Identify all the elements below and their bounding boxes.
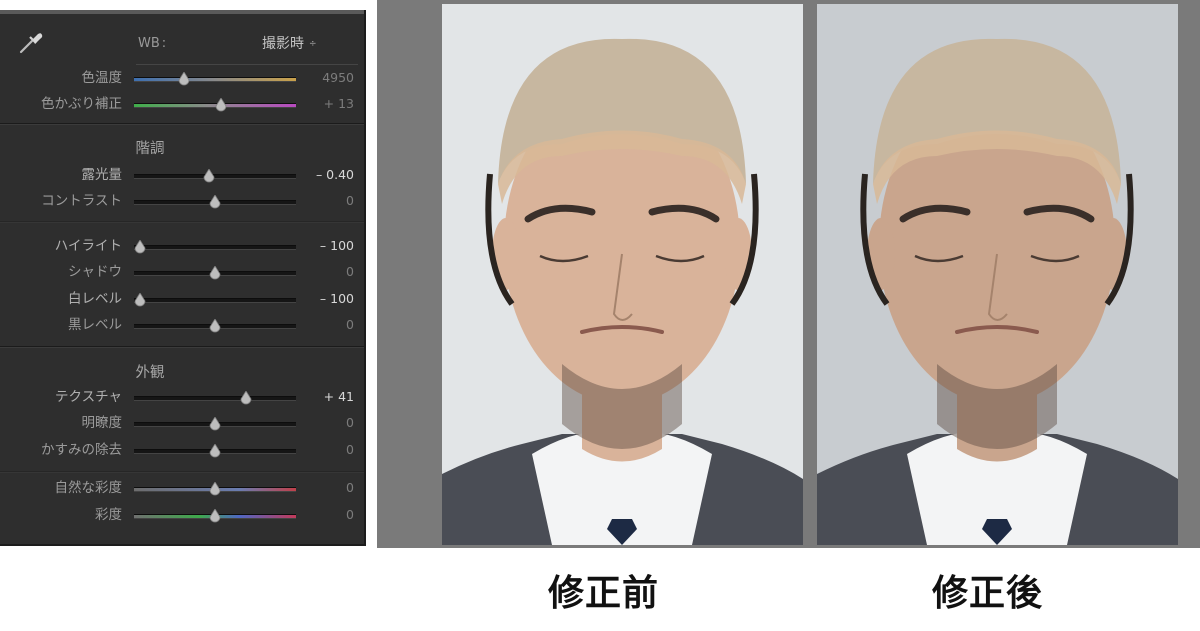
section-divider <box>0 123 364 125</box>
slider-row-exposure: 露光量 – 0.40 <box>0 165 364 185</box>
portrait-illustration-before <box>442 38 803 545</box>
wb-divider <box>136 64 358 65</box>
slider-value[interactable]: 0 <box>346 191 354 211</box>
slider-track[interactable] <box>134 245 296 250</box>
slider-label: 自然な彩度 <box>54 480 123 496</box>
slider-row-texture: テクスチャ + 41 <box>0 387 364 407</box>
slider-row-vibrance: 自然な彩度 0 <box>0 478 364 498</box>
dropdown-arrow-icon: ÷ <box>309 39 317 49</box>
wb-dropdown[interactable]: 撮影時 ÷ <box>262 33 317 53</box>
group-divider <box>0 471 364 473</box>
slider-label: 色温度 <box>81 70 123 86</box>
slider-row-shadows: シャドウ 0 <box>0 262 364 282</box>
slider-value[interactable]: 0 <box>346 315 354 335</box>
slider-label: テクスチャ <box>55 389 122 405</box>
slider-label: 色かぶり補正 <box>41 96 122 112</box>
slider-track[interactable] <box>134 77 296 82</box>
slider-value[interactable]: – 100 <box>320 289 354 309</box>
section-title-tone: 階調 <box>135 141 165 157</box>
slider-track[interactable] <box>134 298 296 303</box>
section-divider <box>0 346 364 348</box>
wb-label: WB: <box>138 36 167 51</box>
eyedropper-icon[interactable] <box>16 26 46 56</box>
slider-value[interactable]: – 0.40 <box>316 165 354 185</box>
slider-value[interactable]: 0 <box>346 440 354 460</box>
slider-row-temp: 色温度 4950 <box>0 68 364 88</box>
caption-before: 修正前 <box>548 572 660 614</box>
photo-after <box>817 4 1178 545</box>
slider-value[interactable]: 4950 <box>322 68 354 88</box>
slider-row-blacks: 黒レベル 0 <box>0 315 364 335</box>
slider-track[interactable] <box>134 396 296 401</box>
slider-row-tint: 色かぶり補正 + 13 <box>0 94 364 114</box>
section-title-presence: 外観 <box>135 365 165 381</box>
slider-value[interactable]: 0 <box>346 478 354 498</box>
slider-label: 露光量 <box>81 167 123 183</box>
slider-label: ハイライト <box>54 238 122 254</box>
slider-label: 白レベル <box>68 291 122 307</box>
slider-label: コントラスト <box>41 193 122 209</box>
group-divider <box>0 221 364 223</box>
slider-label: 彩度 <box>95 507 122 523</box>
slider-label: かすみの除去 <box>41 442 122 458</box>
slider-row-highlights: ハイライト – 100 <box>0 236 364 256</box>
slider-value[interactable]: 0 <box>346 413 354 433</box>
slider-value[interactable]: + 13 <box>324 94 354 114</box>
slider-row-saturation: 彩度 0 <box>0 505 364 525</box>
slider-value[interactable]: 0 <box>346 262 354 282</box>
slider-label: 黒レベル <box>68 317 122 333</box>
slider-row-whites: 白レベル – 100 <box>0 289 364 309</box>
slider-row-clarity: 明瞭度 0 <box>0 413 364 433</box>
slider-label: 明瞭度 <box>81 415 123 431</box>
slider-value[interactable]: 0 <box>346 505 354 525</box>
slider-row-dehaze: かすみの除去 0 <box>0 440 364 460</box>
caption-after: 修正後 <box>932 572 1044 614</box>
develop-basic-panel: WB: 撮影時 ÷ 色温度 4950 色かぶり補正 + 13 露光量 – 0.40 コントラス… <box>0 10 366 546</box>
photo-before <box>442 4 803 545</box>
panel-top-edge <box>0 10 364 14</box>
slider-value[interactable]: + 41 <box>324 387 354 407</box>
portrait-illustration-after <box>817 38 1178 545</box>
slider-label: シャドウ <box>68 264 122 280</box>
slider-row-contrast: コントラスト 0 <box>0 191 364 211</box>
slider-value[interactable]: – 100 <box>320 236 354 256</box>
